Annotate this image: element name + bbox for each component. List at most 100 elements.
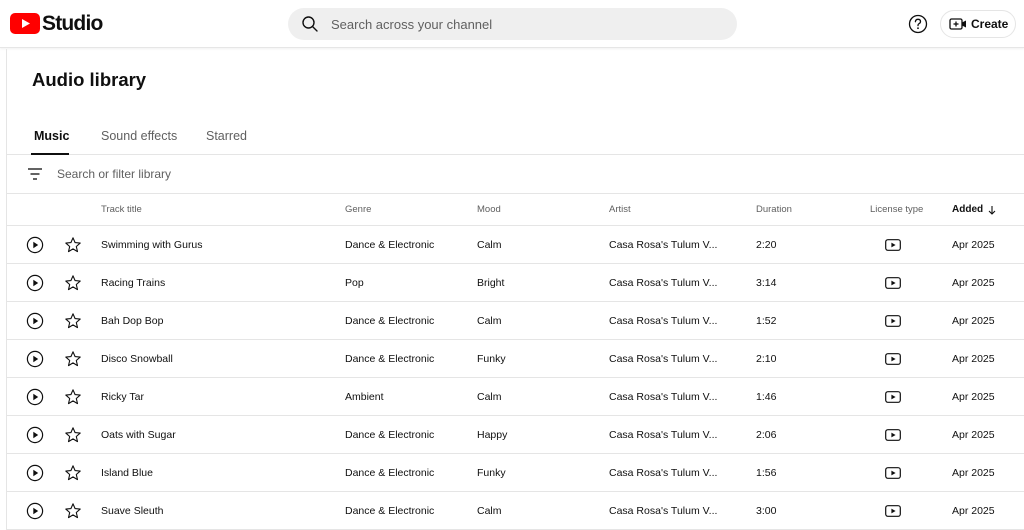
star-icon[interactable] bbox=[64, 502, 82, 520]
youtube-license-icon bbox=[885, 315, 901, 327]
tab-starred[interactable]: Starred bbox=[206, 129, 247, 143]
track-genre: Dance & Electronic bbox=[345, 315, 435, 327]
track-duration: 1:52 bbox=[756, 315, 777, 327]
tab-music[interactable]: Music bbox=[34, 129, 69, 143]
star-icon[interactable] bbox=[64, 312, 82, 330]
star-icon[interactable] bbox=[64, 236, 82, 254]
track-mood: Calm bbox=[477, 505, 502, 517]
column-header-added[interactable]: Added bbox=[952, 204, 997, 215]
column-header-track-title[interactable]: Track title bbox=[101, 204, 142, 215]
youtube-license-icon bbox=[885, 277, 901, 289]
play-icon[interactable] bbox=[26, 350, 44, 368]
tab-sound-effects[interactable]: Sound effects bbox=[101, 129, 177, 143]
track-title: Oats with Sugar bbox=[101, 429, 176, 441]
track-title: Suave Sleuth bbox=[101, 505, 164, 517]
column-header-duration[interactable]: Duration bbox=[756, 204, 792, 215]
filter-bar bbox=[7, 156, 1024, 194]
play-icon[interactable] bbox=[26, 236, 44, 254]
channel-search-bar[interactable]: Search across your channel bbox=[288, 8, 737, 40]
play-icon[interactable] bbox=[26, 274, 44, 292]
track-artist: Casa Rosa's Tulum V... bbox=[609, 277, 718, 289]
create-label: Create bbox=[971, 17, 1009, 31]
active-tab-indicator bbox=[31, 153, 69, 155]
filter-icon[interactable] bbox=[27, 167, 43, 181]
track-duration: 2:10 bbox=[756, 353, 777, 365]
track-title: Swimming with Gurus bbox=[101, 239, 203, 251]
track-genre: Dance & Electronic bbox=[345, 467, 435, 479]
track-row[interactable]: Oats with Sugar Dance & Electronic Happy… bbox=[7, 416, 1024, 454]
studio-logo[interactable]: Studio bbox=[10, 12, 103, 34]
filter-input[interactable] bbox=[57, 167, 457, 181]
youtube-license-icon bbox=[885, 239, 901, 251]
play-icon[interactable] bbox=[26, 388, 44, 406]
track-mood: Calm bbox=[477, 239, 502, 251]
track-mood: Bright bbox=[477, 277, 505, 289]
track-mood: Funky bbox=[477, 467, 506, 479]
track-mood: Calm bbox=[477, 391, 502, 403]
play-icon[interactable] bbox=[26, 464, 44, 482]
star-icon[interactable] bbox=[64, 388, 82, 406]
track-duration: 1:46 bbox=[756, 391, 777, 403]
column-header-artist[interactable]: Artist bbox=[609, 204, 631, 215]
track-genre: Dance & Electronic bbox=[345, 505, 435, 517]
track-duration: 2:20 bbox=[756, 239, 777, 251]
track-row[interactable]: Island Blue Dance & Electronic Funky Cas… bbox=[7, 454, 1024, 492]
track-duration: 2:06 bbox=[756, 429, 777, 441]
track-artist: Casa Rosa's Tulum V... bbox=[609, 429, 718, 441]
track-genre: Dance & Electronic bbox=[345, 429, 435, 441]
track-genre: Dance & Electronic bbox=[345, 353, 435, 365]
search-placeholder: Search across your channel bbox=[331, 16, 493, 32]
track-title: Disco Snowball bbox=[101, 353, 173, 365]
youtube-license-icon bbox=[885, 467, 901, 479]
column-header-genre[interactable]: Genre bbox=[345, 204, 371, 215]
track-artist: Casa Rosa's Tulum V... bbox=[609, 505, 718, 517]
track-row[interactable]: Ricky Tar Ambient Calm Casa Rosa's Tulum… bbox=[7, 378, 1024, 416]
track-mood: Funky bbox=[477, 353, 506, 365]
sort-descending-icon bbox=[988, 205, 996, 215]
track-row[interactable]: Bah Dop Bop Dance & Electronic Calm Casa… bbox=[7, 302, 1024, 340]
track-title: Island Blue bbox=[101, 467, 153, 479]
track-row[interactable]: Suave Sleuth Dance & Electronic Calm Cas… bbox=[7, 492, 1024, 530]
column-header-mood[interactable]: Mood bbox=[477, 204, 501, 215]
track-row[interactable]: Disco Snowball Dance & Electronic Funky … bbox=[7, 340, 1024, 378]
top-bar: Studio Search across your channel Create bbox=[0, 0, 1024, 48]
youtube-logo-icon bbox=[10, 12, 40, 34]
track-genre: Ambient bbox=[345, 391, 384, 403]
track-artist: Casa Rosa's Tulum V... bbox=[609, 239, 718, 251]
youtube-license-icon bbox=[885, 353, 901, 365]
track-added-date: Apr 2025 bbox=[952, 353, 995, 365]
track-added-date: Apr 2025 bbox=[952, 505, 995, 517]
help-icon[interactable] bbox=[907, 13, 929, 35]
youtube-license-icon bbox=[885, 505, 901, 517]
track-added-date: Apr 2025 bbox=[952, 467, 995, 479]
play-icon[interactable] bbox=[26, 426, 44, 444]
track-artist: Casa Rosa's Tulum V... bbox=[609, 391, 718, 403]
track-row[interactable]: Racing Trains Pop Bright Casa Rosa's Tul… bbox=[7, 264, 1024, 302]
track-duration: 3:00 bbox=[756, 505, 777, 517]
play-icon[interactable] bbox=[26, 502, 44, 520]
track-genre: Pop bbox=[345, 277, 364, 289]
column-header-added-label: Added bbox=[952, 204, 984, 215]
track-row[interactable]: Swimming with Gurus Dance & Electronic C… bbox=[7, 226, 1024, 264]
track-added-date: Apr 2025 bbox=[952, 391, 995, 403]
column-header-license-type[interactable]: License type bbox=[870, 204, 923, 215]
track-artist: Casa Rosa's Tulum V... bbox=[609, 353, 718, 365]
track-title: Racing Trains bbox=[101, 277, 166, 289]
play-icon[interactable] bbox=[26, 312, 44, 330]
track-genre: Dance & Electronic bbox=[345, 239, 435, 251]
create-video-icon bbox=[949, 18, 966, 30]
track-added-date: Apr 2025 bbox=[952, 239, 995, 251]
create-button[interactable]: Create bbox=[940, 10, 1016, 38]
track-mood: Calm bbox=[477, 315, 502, 327]
logo-text: Studio bbox=[42, 11, 103, 35]
star-icon[interactable] bbox=[64, 426, 82, 444]
track-added-date: Apr 2025 bbox=[952, 277, 995, 289]
track-mood: Happy bbox=[477, 429, 508, 441]
table-header: Track title Genre Mood Artist Duration L… bbox=[7, 194, 1024, 226]
track-added-date: Apr 2025 bbox=[952, 315, 995, 327]
star-icon[interactable] bbox=[64, 274, 82, 292]
star-icon[interactable] bbox=[64, 464, 82, 482]
track-added-date: Apr 2025 bbox=[952, 429, 995, 441]
star-icon[interactable] bbox=[64, 350, 82, 368]
track-artist: Casa Rosa's Tulum V... bbox=[609, 315, 718, 327]
